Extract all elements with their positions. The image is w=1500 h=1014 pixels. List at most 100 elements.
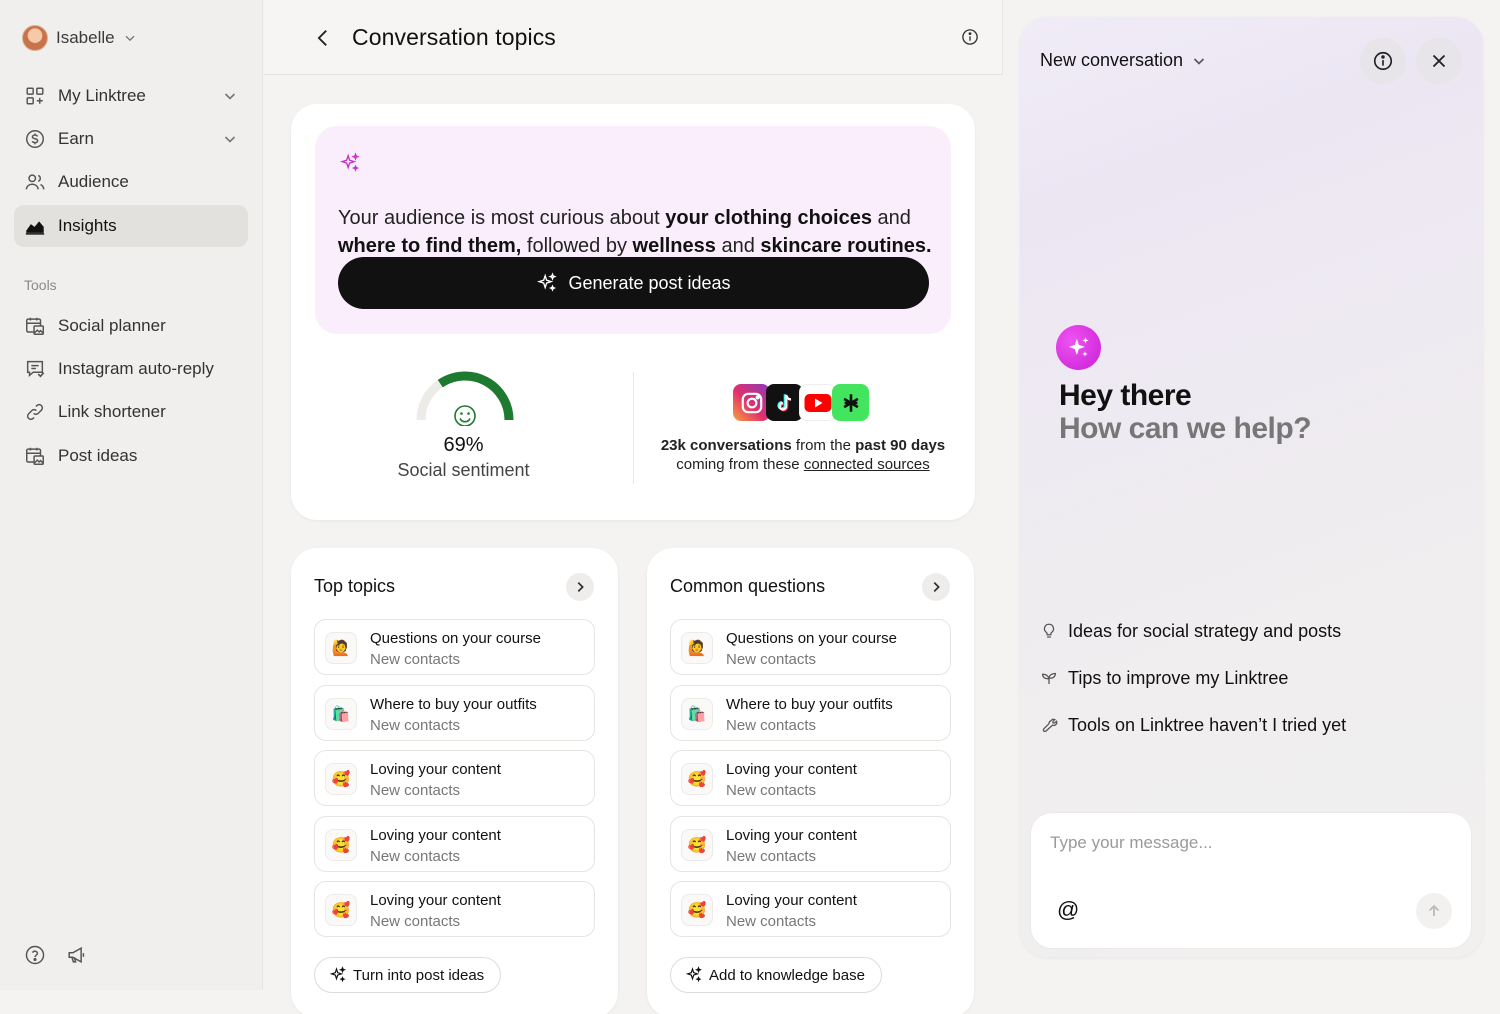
add-to-knowledge-base-button[interactable]: Add to knowledge base	[670, 957, 882, 993]
assistant-panel: New conversation Hey there How can we he…	[1020, 17, 1483, 957]
sidebar-item-audience[interactable]: Audience	[14, 161, 248, 203]
insight-summary-box: Your audience is most curious about your…	[315, 126, 951, 334]
sprout-icon	[1041, 672, 1057, 684]
topic-title: Where to buy your outfits	[370, 696, 537, 713]
user-name: Isabelle	[56, 28, 115, 47]
sidebar-item-my-linktree[interactable]: My Linktree	[14, 75, 248, 117]
suggestion-social-strategy[interactable]: Ideas for social strategy and posts	[1040, 618, 1341, 644]
question-title: Questions on your course	[726, 630, 897, 647]
topic-item[interactable]: 🥰 Loving your content New contacts	[314, 881, 595, 937]
question-subtitle: New contacts	[726, 848, 817, 865]
question-emoji: 🛍️	[681, 698, 713, 730]
sidebar-item-link-shortener[interactable]: Link shortener	[14, 391, 248, 433]
user-menu[interactable]: Isabelle	[22, 24, 137, 52]
question-emoji: 🙋	[681, 632, 713, 664]
question-title: Where to buy your outfits	[726, 696, 893, 713]
topic-item[interactable]: 🛍️ Where to buy your outfits New contacts	[314, 685, 595, 741]
topic-title: Loving your content	[370, 761, 501, 778]
divider	[633, 372, 634, 484]
greeting: Hey there	[1059, 379, 1192, 412]
sidebar-item-insights[interactable]: Insights	[14, 205, 248, 247]
question-item[interactable]: 🥰 Loving your content New contacts	[670, 816, 951, 872]
suggestion-improve-linktree[interactable]: Tips to improve my Linktree	[1040, 665, 1288, 691]
chat-info-button[interactable]	[1360, 38, 1406, 84]
mention-button[interactable]: @	[1057, 897, 1079, 923]
sidebar-item-social-planner[interactable]: Social planner	[14, 305, 248, 347]
common-questions-expand-button[interactable]	[922, 573, 950, 601]
sparkle-icon	[537, 272, 558, 292]
help-icon[interactable]	[24, 944, 46, 966]
topic-item[interactable]: 🥰 Loving your content New contacts	[314, 750, 595, 806]
linktree-logo	[832, 384, 869, 421]
calendar-image-icon	[26, 317, 44, 335]
suggestion-untried-tools[interactable]: Tools on Linktree haven’t I tried yet	[1040, 712, 1346, 738]
chevron-right-icon	[577, 582, 584, 592]
topic-title: Questions on your course	[370, 630, 541, 647]
chevron-down-icon	[1194, 57, 1205, 65]
topic-item[interactable]: 🙋 Questions on your course New contacts	[314, 619, 595, 675]
generate-post-ideas-button[interactable]: Generate post ideas	[338, 257, 929, 309]
conversation-selector[interactable]: New conversation	[1040, 50, 1207, 71]
turn-into-post-ideas-label: Turn into post ideas	[353, 966, 485, 984]
tools-heading: Tools	[24, 277, 57, 293]
back-arrow-icon[interactable]	[312, 26, 334, 50]
assistant-avatar	[1056, 325, 1101, 370]
insight-summary-text: Your audience is most curious about your…	[338, 207, 932, 257]
megaphone-icon[interactable]	[66, 944, 88, 966]
lightbulb-icon	[1043, 623, 1055, 638]
sentiment-gauge	[416, 371, 514, 426]
page-title: Conversation topics	[352, 24, 556, 50]
connected-source-logos	[733, 382, 871, 422]
sidebar-item-earn[interactable]: Earn	[14, 118, 248, 160]
topic-title: Loving your content	[370, 892, 501, 909]
youtube-logo	[799, 384, 836, 421]
insight-card: Your audience is most curious about your…	[291, 104, 975, 520]
sentiment-value: 69%	[443, 434, 484, 456]
wrench-icon	[1042, 718, 1058, 733]
sidebar-item-label: Social planner	[58, 316, 166, 335]
sparkle-icon	[685, 966, 703, 983]
turn-into-post-ideas-button[interactable]: Turn into post ideas	[314, 957, 502, 993]
sidebar-item-post-ideas[interactable]: Post ideas	[14, 435, 248, 477]
arrow-up-icon	[1428, 904, 1440, 916]
topic-subtitle: New contacts	[370, 913, 461, 930]
chevron-right-icon	[933, 582, 940, 592]
sidebar-item-label: My Linktree	[58, 86, 146, 105]
info-icon[interactable]	[961, 28, 979, 46]
message-input[interactable]	[1050, 833, 1450, 853]
sparkle-icon	[329, 966, 347, 983]
question-item[interactable]: 🛍️ Where to buy your outfits New contacts	[670, 685, 951, 741]
question-item[interactable]: 🙋 Questions on your course New contacts	[670, 619, 951, 675]
topic-emoji: 🛍️	[325, 698, 357, 730]
question-title: Loving your content	[726, 892, 857, 909]
sidebar-item-label: Insights	[58, 216, 117, 235]
avatar	[22, 25, 48, 51]
topic-item[interactable]: 🥰 Loving your content New contacts	[314, 816, 595, 872]
question-emoji: 🥰	[681, 894, 713, 926]
connected-sources-link[interactable]: connected sources	[804, 456, 930, 473]
sidebar-item-label: Link shortener	[58, 402, 166, 421]
chat-close-button[interactable]	[1416, 38, 1462, 84]
topic-subtitle: New contacts	[370, 651, 461, 668]
dollar-circle-icon	[26, 130, 44, 148]
tiktok-logo	[766, 384, 803, 421]
sidebar-item-instagram-auto-reply[interactable]: Instagram auto-reply	[14, 348, 248, 390]
topic-emoji: 🥰	[325, 763, 357, 795]
conversation-source-summary: 23k conversations from the past 90 days …	[660, 437, 946, 473]
question-subtitle: New contacts	[726, 913, 817, 930]
question-emoji: 🥰	[681, 763, 713, 795]
top-topics-title: Top topics	[314, 576, 396, 596]
message-composer: @	[1030, 812, 1472, 949]
top-topics-expand-button[interactable]	[566, 573, 594, 601]
instagram-logo	[733, 384, 770, 421]
question-title: Loving your content	[726, 827, 857, 844]
send-button[interactable]	[1416, 893, 1452, 929]
smiley-icon	[454, 405, 476, 426]
question-item[interactable]: 🥰 Loving your content New contacts	[670, 750, 951, 806]
common-questions-title: Common questions	[670, 576, 826, 596]
page-header: Conversation topics	[264, 0, 1003, 75]
chevron-down-icon	[125, 35, 135, 42]
chat-reply-icon	[26, 360, 45, 378]
question-item[interactable]: 🥰 Loving your content New contacts	[670, 881, 951, 937]
topic-subtitle: New contacts	[370, 848, 461, 865]
